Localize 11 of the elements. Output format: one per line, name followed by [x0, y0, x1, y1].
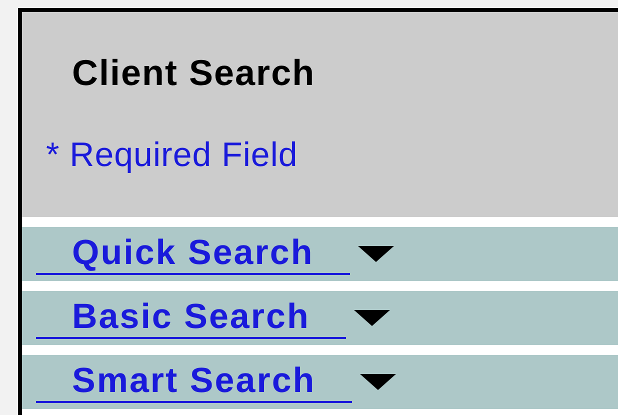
- required-field-note: * Required Field: [46, 136, 299, 175]
- caret-icon[interactable]: [356, 244, 396, 264]
- section-link[interactable]: Basic Search: [36, 297, 346, 339]
- section-link[interactable]: Smart Search: [36, 361, 352, 403]
- section-link[interactable]: Quick Search: [36, 233, 350, 275]
- caret-icon[interactable]: [358, 372, 398, 392]
- section-header[interactable]: Smart Search: [22, 355, 618, 409]
- panel-title: Client Search: [72, 52, 316, 94]
- caret-icon[interactable]: [352, 308, 392, 328]
- section-header[interactable]: Basic Search: [22, 291, 618, 345]
- section-header[interactable]: Quick Search: [22, 227, 618, 281]
